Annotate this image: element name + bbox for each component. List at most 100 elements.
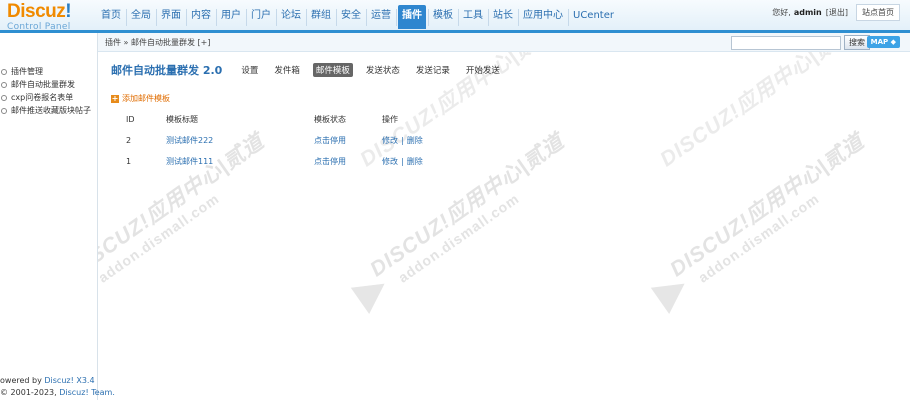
nav-divider [518,9,519,26]
nav-item[interactable]: 工具 [460,6,486,29]
col-header-id: ID [126,115,135,124]
nav-divider [488,9,489,26]
nav-divider [276,9,277,26]
sidebar-item[interactable]: 插件管理 [0,65,97,78]
nav-item[interactable]: UCenter [570,6,617,29]
delete-link[interactable]: 删除 [407,157,423,166]
nav-item[interactable]: 用户 [218,6,244,29]
toggle-status-link[interactable]: 点击停用 [314,157,346,166]
page-tab[interactable]: 开始发送 [463,63,503,77]
sidebar-item[interactable]: 邮件推送收藏版块帖子 [0,104,97,117]
table-row: 1 测试邮件111 点击停用 修改 | 删除 [111,151,502,172]
footer-team-link[interactable]: Discuz! Team. [59,388,115,397]
sidebar-menu: 插件管理 邮件自动批量群发 cxp问卷报名表单 邮件推送收藏版块帖子 [0,65,97,117]
logout-link[interactable]: [退出] [826,7,848,18]
sub-bar: 插件 » 邮件自动批量群发 [+] 搜索 MAP ◆ [98,33,910,52]
watermark-text: DISCUZ!应用中心|贰道 [666,129,869,282]
nav-item[interactable]: 全局 [128,6,154,29]
site-home-button[interactable]: 站点首页 [856,4,900,21]
page-header: 邮件自动批量群发 2.0 设置 发件箱 邮件模板 发送状态 发送记录 开始发送 [111,60,901,80]
add-template-label: 添加邮件模板 [122,94,170,103]
top-header: Discuz! Control Panel 首页 全局 界面 内容 用户 门户 论坛 群组 安全… [0,0,910,33]
watermark-logo-icon [650,270,694,314]
nav-item[interactable]: 群组 [308,6,334,29]
watermark-url: addon.dismall.com [695,190,823,286]
template-title-link[interactable]: 测试邮件222 [166,136,213,145]
breadcrumb[interactable]: 插件 » 邮件自动批量群发 [+] [105,37,210,48]
nav-divider [458,9,459,26]
sidebar-item[interactable]: cxp问卷报名表单 [0,91,97,104]
logo[interactable]: Discuz! Control Panel [7,2,72,32]
user-bar: 您好, admin [退出] 站点首页 [772,4,900,21]
page-tab[interactable]: 发送状态 [363,63,403,77]
nav-divider [396,9,397,26]
template-title-link[interactable]: 测试邮件111 [166,157,213,166]
nav-item[interactable]: 模板 [430,6,456,29]
plus-icon: + [111,93,119,103]
sidebar-item[interactable]: 邮件自动批量群发 [0,78,97,91]
watermark-url: addon.dismall.com [395,190,523,286]
watermark-logo-icon [350,270,394,314]
page-tab[interactable]: 发件箱 [271,63,303,77]
logo-subtitle: Control Panel [7,22,71,32]
delete-link[interactable]: 删除 [407,136,423,145]
search-box: 搜索 [731,35,870,50]
nav-divider [366,9,367,26]
nav-divider [216,9,217,26]
nav-divider [126,9,127,26]
edit-link[interactable]: 修改 [382,157,398,166]
nav-item[interactable]: 内容 [188,6,214,29]
page-title: 邮件自动批量群发 2.0 [111,64,223,77]
col-header-title: 模板标题 [166,115,198,124]
nav-item[interactable]: 界面 [158,6,184,29]
nav-divider [428,9,429,26]
nav-divider [568,9,569,26]
main-content: 邮件自动批量群发 2.0 设置 发件箱 邮件模板 发送状态 发送记录 开始发送 + 添加邮… [111,60,901,166]
watermark-url: addon.dismall.com [95,190,223,286]
nav-item[interactable]: 门户 [248,6,274,29]
map-button[interactable]: MAP ◆ [866,36,900,48]
page-tab[interactable]: 发送记录 [413,63,453,77]
greeting: 您好, [772,8,791,17]
page-tab[interactable]: 设置 [238,63,261,77]
nav-item[interactable]: 安全 [338,6,364,29]
nav-divider [186,9,187,26]
watermark: DISCUZ!应用中心|贰道 addon.dismall.com [650,129,887,332]
cell-title: 测试邮件111 [166,151,314,172]
nav-item[interactable]: 站长 [490,6,516,29]
nav-item[interactable]: 应用中心 [520,6,566,29]
cell-title: 测试邮件222 [166,130,314,151]
footer: owered by Discuz! X3.4 © 2001-2023, Disc… [0,375,115,399]
col-header-actions: 操作 [382,115,398,124]
search-input[interactable] [731,35,841,50]
nav-divider [156,9,157,26]
action-divider: | [401,157,404,166]
add-template-link[interactable]: + 添加邮件模板 [111,93,170,104]
footer-powered: owered by Discuz! X3.4 [0,376,95,385]
template-table: ID 模板标题 模板状态 操作 2 测试邮件222 点击停用 修改 | 删除 1 测试邮件11… [111,109,502,172]
cell-id: 2 [126,136,132,145]
username: admin [793,8,822,17]
nav-divider [306,9,307,26]
col-header-status: 模板状态 [314,115,346,124]
page-tab[interactable]: 邮件模板 [312,63,353,77]
toggle-status-link[interactable]: 点击停用 [314,136,346,145]
table-row: 2 测试邮件222 点击停用 修改 | 删除 [111,130,502,151]
table-header-row: ID 模板标题 模板状态 操作 [111,109,502,130]
nav-divider [336,9,337,26]
sidebar: 插件管理 邮件自动批量群发 cxp问卷报名表单 邮件推送收藏版块帖子 [0,33,98,400]
cell-actions: 修改 | 删除 [382,151,502,172]
edit-link[interactable]: 修改 [382,136,398,145]
nav-item[interactable]: 插件 [398,5,426,29]
cell-status: 点击停用 [314,151,382,172]
cell-id: 1 [126,157,132,166]
watermark: DISCUZ!应用中心|贰道 [653,20,877,222]
footer-copyright: © 2001-2023, Discuz! Team. [0,388,115,397]
footer-version-link[interactable]: Discuz! X3.4 [44,376,94,385]
nav-item[interactable]: 首页 [98,6,124,29]
main-nav: 首页 全局 界面 内容 用户 门户 论坛 群组 安全 运营 插件 模板 工具 站长 应用中心 UCenter [98,5,618,29]
nav-divider [246,9,247,26]
nav-item[interactable]: 论坛 [278,6,304,29]
cell-actions: 修改 | 删除 [382,130,502,151]
nav-item[interactable]: 运营 [368,6,394,29]
